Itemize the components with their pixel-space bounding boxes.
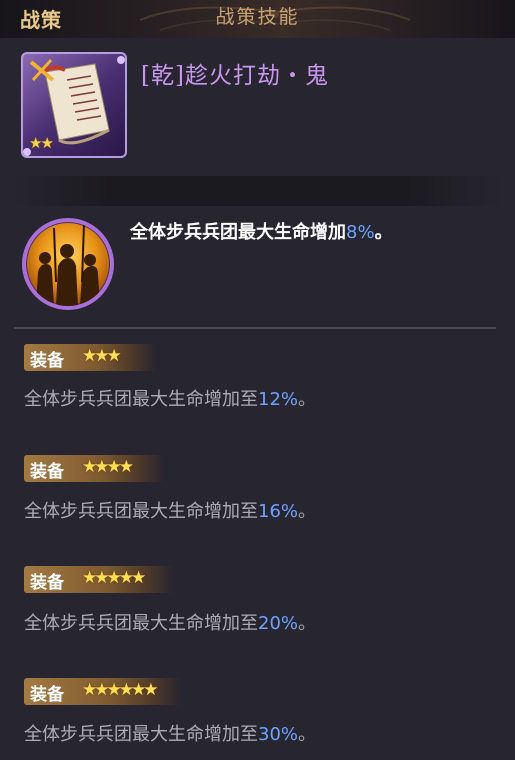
equip-stars: ★★★★★ (82, 568, 146, 588)
skill-value: 8% (346, 222, 375, 243)
equip-value: 20% (258, 613, 299, 634)
equip-tag: 装备 ★★★★★ (24, 566, 174, 593)
equip-stars: ★★★ (82, 346, 122, 366)
equip-label: 装备 (30, 351, 64, 371)
equip-value: 16% (258, 501, 299, 522)
equip-label: 装备 (30, 462, 64, 482)
skill-section-bar (14, 176, 502, 206)
equip-stars: ★★★★ (82, 457, 134, 477)
equip-description: 全体步兵兵团最大生命增加至20%。 (24, 613, 317, 634)
card-rating-stars: ★★ (29, 134, 54, 152)
equip-description: 全体步兵兵团最大生命增加至16%。 (24, 501, 317, 522)
equip-tag: 装备 ★★★★ (24, 455, 164, 482)
equip-tag: 装备 ★★★ (24, 344, 156, 371)
equip-stars: ★★★★★★ (82, 680, 158, 700)
equip-tag: 装备 ★★★★★★ (24, 678, 182, 705)
equip-label: 装备 (30, 685, 64, 705)
soldiers-icon (36, 223, 100, 306)
infantry-skill-icon[interactable] (22, 218, 114, 310)
divider (14, 327, 496, 329)
card-name: [乾]趁火打劫・鬼 (141, 63, 329, 89)
equip-label: 装备 (30, 573, 64, 593)
equip-description: 全体步兵兵团最大生命增加至30%。 (24, 724, 317, 745)
equip-value: 30% (258, 724, 299, 745)
skill-description: 全体步兵兵团最大生命增加8%。 (130, 222, 393, 243)
skill-section-title: 战策技能 (215, 6, 300, 28)
equip-description: 全体步兵兵团最大生命增加至12%。 (24, 389, 317, 410)
strategy-card-icon[interactable]: ★★ (21, 52, 127, 158)
equip-value: 12% (258, 389, 299, 410)
